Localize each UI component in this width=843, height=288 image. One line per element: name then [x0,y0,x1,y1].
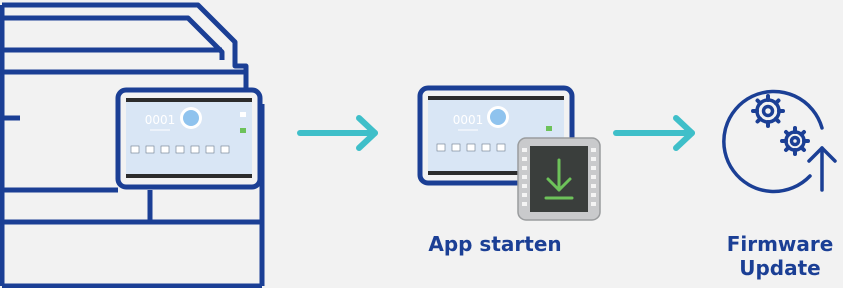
step-label-app: App starten [428,232,562,256]
printer-control-panel: 0001 [115,87,263,190]
arrow-right-icon [613,115,695,151]
gears-upgrade-icon [722,89,837,194]
arrow-right-icon [297,115,378,151]
tablet-download-icon: 0001 [417,85,601,221]
app-screen-counter: 0001 [453,113,484,127]
printer-screen-counter: 0001 [145,113,176,127]
step-label-firmware-line1: Firmware [726,232,834,256]
firmware-update-diagram: 0001 0001 App starten Firmware Update [0,0,843,288]
step-label-firmware: Firmware Update [700,232,843,280]
download-chip [517,137,601,221]
step-label-firmware-line2: Update [739,256,821,280]
